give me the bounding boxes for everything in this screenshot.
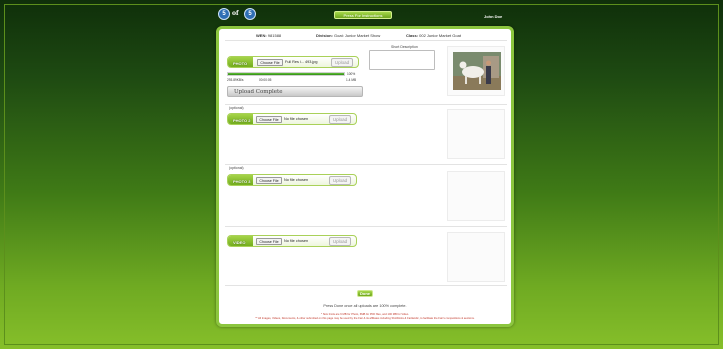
top-bar: 5 of 5 Press For Instructions John Doe: [0, 0, 723, 26]
upload-panel: WEN: 981588 Division: Goat: Junior Marke…: [216, 26, 514, 327]
class-label: Class:: [406, 33, 419, 38]
photo-file-name: Full Res i... 493.jpg: [285, 60, 318, 64]
photo3-section-divider: [225, 226, 507, 227]
photo-progress-percent: 100%: [347, 72, 356, 76]
photo-transfer-rate: 293.89KB/s: [227, 78, 244, 82]
upload-complete-status: Upload Complete: [227, 86, 363, 97]
photo-upload-button[interactable]: Upload: [331, 58, 353, 67]
current-step-badge: 5: [218, 8, 230, 20]
done-instruction-text: Press Done once all uploads are 100% com…: [323, 304, 407, 308]
photo3-upload-row: PHOTO 3 Choose File No file chosen Uploa…: [227, 174, 357, 186]
photo3-choose-file-button[interactable]: Choose File: [256, 177, 282, 184]
short-description-input[interactable]: [369, 50, 435, 70]
usage-rights-note: ** All Images, Videos, Documents, & othe…: [255, 317, 475, 320]
photo3-file-name: No file chosen: [284, 178, 309, 182]
photo2-section-divider: [225, 164, 507, 165]
photo-progress-fill: [228, 73, 344, 75]
photo3-thumbnail: [447, 171, 505, 221]
header-divider: [225, 40, 507, 41]
photo-file-size: 1.4 MB: [346, 78, 357, 82]
wen-value: 981588: [267, 33, 282, 38]
photo-choose-file-button[interactable]: Choose File: [257, 59, 283, 66]
photo2-choose-file-button[interactable]: Choose File: [256, 116, 282, 123]
photo-thumbnail: [447, 46, 505, 96]
photo2-tag: PHOTO 2: [233, 118, 251, 123]
video-tag: VIDEO: [233, 240, 246, 245]
photo-progress-bar: [227, 72, 345, 76]
goat-photo-image: [453, 52, 501, 90]
photo3-upload-button[interactable]: Upload: [329, 176, 351, 185]
photo2-upload-button[interactable]: Upload: [329, 115, 351, 124]
video-section-divider: [225, 285, 507, 286]
division-value: Goat: Junior Market Show: [334, 33, 381, 38]
video-choose-file-button[interactable]: Choose File: [256, 238, 282, 245]
goat-illustration-icon: [453, 52, 501, 90]
photo-elapsed-time: 00:00:05: [259, 78, 272, 82]
short-description-label: Short Description: [391, 45, 418, 49]
photo2-thumbnail: [447, 109, 505, 159]
video-upload-row: VIDEO Choose File No file chosen Upload: [227, 235, 357, 247]
photo3-optional-label: (optional): [229, 166, 244, 170]
total-steps-badge: 5: [244, 8, 256, 20]
user-name: John Doe: [484, 14, 503, 19]
step-of-label: of: [232, 10, 239, 17]
entry-info-line: WEN: 981588 Division: Goat: Junior Marke…: [219, 33, 511, 39]
photo-upload-row: PHOTO Choose File Full Res i... 493.jpg …: [227, 56, 359, 68]
photo-tag: PHOTO: [233, 61, 248, 66]
photo2-optional-label: (optional): [229, 106, 244, 110]
class-value: 002 Junior Market Goat: [419, 33, 461, 38]
done-button[interactable]: Done: [357, 290, 373, 297]
size-limit-note: * Size limits are 6 MB for Photo, 6MB fo…: [321, 313, 409, 316]
video-thumbnail: [447, 232, 505, 282]
video-file-name: No file chosen: [284, 239, 309, 243]
division-label: Division:: [316, 33, 333, 38]
photo-section-divider: [225, 104, 507, 105]
video-upload-button[interactable]: Upload: [329, 237, 351, 246]
photo2-file-name: No file chosen: [284, 117, 309, 121]
photo3-tag: PHOTO 3: [233, 179, 251, 184]
instructions-button[interactable]: Press For Instructions: [334, 11, 392, 19]
photo2-upload-row: PHOTO 2 Choose File No file chosen Uploa…: [227, 113, 357, 125]
wen-label: WEN:: [256, 33, 267, 38]
